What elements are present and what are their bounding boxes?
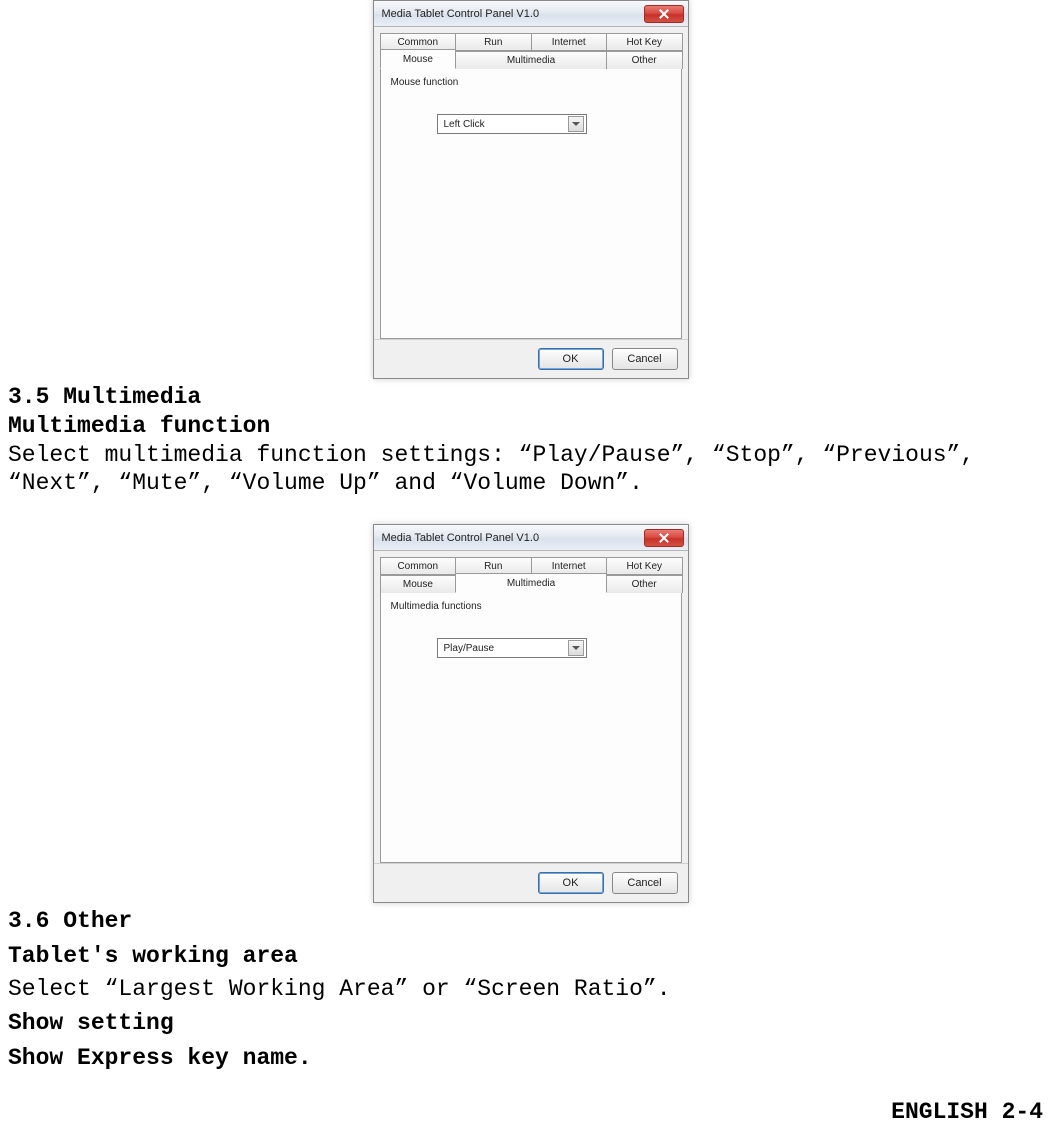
cancel-button[interactable]: Cancel — [612, 348, 678, 370]
control-panel-dialog-multimedia: Media Tablet Control Panel V1.0 Common R… — [373, 524, 689, 903]
panel-label: Multimedia functions — [391, 601, 671, 612]
ok-button[interactable]: OK — [538, 348, 604, 370]
panel-content: Mouse function Left Click — [380, 69, 682, 339]
tab-row-front: Mouse Multimedia Other — [380, 575, 682, 593]
page-footer: ENGLISH 2-4 — [8, 1079, 1053, 1135]
titlebar[interactable]: Media Tablet Control Panel V1.0 — [374, 1, 688, 27]
close-icon — [659, 9, 669, 19]
tab-run[interactable]: Run — [455, 33, 532, 51]
mouse-function-dropdown[interactable]: Left Click — [437, 114, 587, 134]
tab-multimedia[interactable]: Multimedia — [455, 573, 607, 593]
chevron-down-icon — [568, 640, 584, 656]
close-button[interactable] — [644, 5, 684, 23]
dialog-buttons: OK Cancel — [374, 863, 688, 902]
chevron-down-icon — [568, 116, 584, 132]
section-3-6: 3.6 Other Tablet's working area Select “… — [8, 907, 1053, 1073]
tabs-area: Common Run Internet Hot Key Mouse Multim… — [374, 551, 688, 863]
subheading-multimedia-function: Multimedia function — [8, 412, 1053, 441]
ok-button[interactable]: OK — [538, 872, 604, 894]
heading-3-5: 3.5 Multimedia — [8, 383, 1053, 412]
close-icon — [659, 533, 669, 543]
panel-label: Mouse function — [391, 77, 671, 88]
body-3-5: Select multimedia function settings: “Pl… — [8, 441, 1053, 499]
close-button[interactable] — [644, 529, 684, 547]
tab-row-front: Mouse Multimedia Other — [380, 51, 682, 69]
tab-other[interactable]: Other — [606, 51, 683, 69]
control-panel-dialog-mouse: Media Tablet Control Panel V1.0 Common R… — [373, 0, 689, 379]
tab-mouse[interactable]: Mouse — [380, 575, 457, 593]
dropdown-value: Left Click — [444, 119, 485, 130]
tab-common[interactable]: Common — [380, 557, 457, 575]
dropdown-value: Play/Pause — [444, 643, 495, 654]
multimedia-function-dropdown[interactable]: Play/Pause — [437, 638, 587, 658]
heading-3-6: 3.6 Other — [8, 907, 1053, 936]
subheading-working-area: Tablet's working area — [8, 942, 1053, 971]
window-title: Media Tablet Control Panel V1.0 — [382, 8, 540, 20]
panel-content: Multimedia functions Play/Pause — [380, 593, 682, 863]
tab-other[interactable]: Other — [606, 575, 683, 593]
tab-multimedia[interactable]: Multimedia — [455, 51, 607, 69]
tabs-area: Common Run Internet Hot Key Mouse Multim… — [374, 27, 688, 339]
titlebar[interactable]: Media Tablet Control Panel V1.0 — [374, 525, 688, 551]
subheading-show-setting: Show setting — [8, 1009, 1053, 1038]
section-3-5: 3.5 Multimedia Multimedia function Selec… — [8, 383, 1053, 498]
body-show-express-key: Show Express key name. — [8, 1044, 1053, 1073]
body-working-area: Select “Largest Working Area” or “Screen… — [8, 975, 1053, 1004]
window-title: Media Tablet Control Panel V1.0 — [382, 532, 540, 544]
tab-hotkey[interactable]: Hot Key — [606, 33, 683, 51]
dialog-buttons: OK Cancel — [374, 339, 688, 378]
tab-internet[interactable]: Internet — [531, 33, 608, 51]
tab-mouse[interactable]: Mouse — [380, 49, 457, 69]
cancel-button[interactable]: Cancel — [612, 872, 678, 894]
tab-hotkey[interactable]: Hot Key — [606, 557, 683, 575]
